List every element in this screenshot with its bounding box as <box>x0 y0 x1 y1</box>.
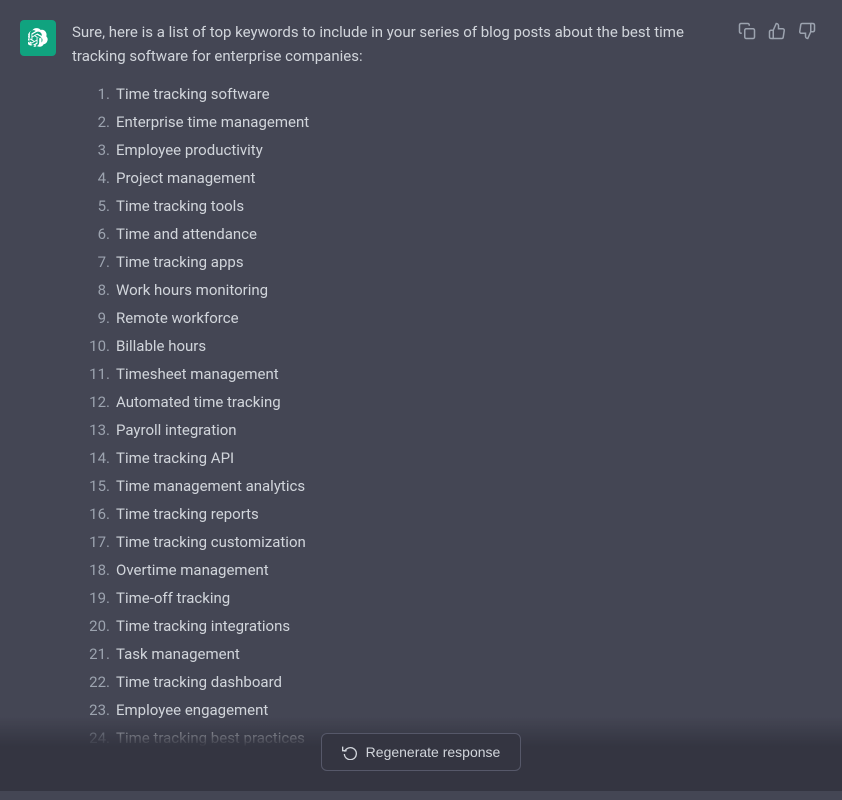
message-content: Sure, here is a list of top keywords to … <box>72 20 720 780</box>
item-text: Time-off tracking <box>116 586 230 610</box>
regenerate-button[interactable]: Regenerate response <box>321 733 522 771</box>
item-text: Project management <box>116 166 255 190</box>
list-item: 9.Remote workforce <box>72 304 720 332</box>
list-item: 5.Time tracking tools <box>72 192 720 220</box>
copy-button[interactable] <box>736 20 758 42</box>
item-text: Time and attendance <box>116 222 257 246</box>
item-text: Time tracking tools <box>116 194 244 218</box>
regenerate-bar: Regenerate response <box>0 717 842 791</box>
item-number: 8. <box>72 278 110 302</box>
top-row: Sure, here is a list of top keywords to … <box>20 20 818 780</box>
item-number: 12. <box>72 390 110 414</box>
item-number: 10. <box>72 334 110 358</box>
item-number: 20. <box>72 614 110 638</box>
item-text: Time tracking integrations <box>116 614 290 638</box>
list-item: 1.Time tracking software <box>72 80 720 108</box>
item-number: 3. <box>72 138 110 162</box>
item-number: 22. <box>72 670 110 694</box>
list-item: 3.Employee productivity <box>72 136 720 164</box>
list-item: 22.Time tracking dashboard <box>72 668 720 696</box>
item-number: 16. <box>72 502 110 526</box>
item-text: Billable hours <box>116 334 206 358</box>
item-number: 21. <box>72 642 110 666</box>
chat-container: Sure, here is a list of top keywords to … <box>0 0 842 800</box>
list-item: 4.Project management <box>72 164 720 192</box>
list-item: 13.Payroll integration <box>72 416 720 444</box>
item-number: 1. <box>72 82 110 106</box>
item-number: 7. <box>72 250 110 274</box>
thumbs-up-button[interactable] <box>766 20 788 42</box>
item-number: 5. <box>72 194 110 218</box>
item-number: 18. <box>72 558 110 582</box>
thumbs-down-button[interactable] <box>796 20 818 42</box>
item-text: Work hours monitoring <box>116 278 268 302</box>
item-text: Remote workforce <box>116 306 239 330</box>
list-item: 15.Time management analytics <box>72 472 720 500</box>
item-text: Timesheet management <box>116 362 279 386</box>
list-item: 18.Overtime management <box>72 556 720 584</box>
thumbs-up-icon <box>768 22 786 40</box>
item-text: Time tracking API <box>116 446 234 470</box>
item-text: Time tracking dashboard <box>116 670 282 694</box>
item-number: 9. <box>72 306 110 330</box>
item-text: Payroll integration <box>116 418 237 442</box>
item-text: Time tracking reports <box>116 502 259 526</box>
item-text: Time management analytics <box>116 474 305 498</box>
intro-text: Sure, here is a list of top keywords to … <box>72 20 720 68</box>
list-item: 8.Work hours monitoring <box>72 276 720 304</box>
item-text: Overtime management <box>116 558 269 582</box>
item-number: 19. <box>72 586 110 610</box>
chatgpt-logo-icon <box>28 28 48 48</box>
item-text: Time tracking software <box>116 82 270 106</box>
list-item: 7.Time tracking apps <box>72 248 720 276</box>
list-item: 10.Billable hours <box>72 332 720 360</box>
regenerate-icon <box>342 744 358 760</box>
thumbs-down-icon <box>798 22 816 40</box>
list-item: 21.Task management <box>72 640 720 668</box>
message-block: Sure, here is a list of top keywords to … <box>0 0 842 800</box>
header-actions <box>736 20 818 780</box>
item-number: 14. <box>72 446 110 470</box>
item-number: 4. <box>72 166 110 190</box>
item-number: 13. <box>72 418 110 442</box>
list-item: 19.Time-off tracking <box>72 584 720 612</box>
list-item: 17.Time tracking customization <box>72 528 720 556</box>
list-item: 11.Timesheet management <box>72 360 720 388</box>
avatar <box>20 20 56 56</box>
item-text: Employee productivity <box>116 138 263 162</box>
item-number: 11. <box>72 362 110 386</box>
regenerate-label: Regenerate response <box>366 744 501 760</box>
list-item: 16.Time tracking reports <box>72 500 720 528</box>
list-item: 12.Automated time tracking <box>72 388 720 416</box>
item-number: 17. <box>72 530 110 554</box>
item-number: 15. <box>72 474 110 498</box>
copy-icon <box>738 22 756 40</box>
item-text: Enterprise time management <box>116 110 309 134</box>
keyword-list: 1.Time tracking software2.Enterprise tim… <box>72 80 720 780</box>
item-number: 2. <box>72 110 110 134</box>
item-text: Time tracking customization <box>116 530 306 554</box>
list-item: 20.Time tracking integrations <box>72 612 720 640</box>
list-item: 6.Time and attendance <box>72 220 720 248</box>
list-item: 14.Time tracking API <box>72 444 720 472</box>
list-item: 2.Enterprise time management <box>72 108 720 136</box>
item-text: Time tracking apps <box>116 250 244 274</box>
item-text: Task management <box>116 642 240 666</box>
item-number: 6. <box>72 222 110 246</box>
item-text: Automated time tracking <box>116 390 281 414</box>
